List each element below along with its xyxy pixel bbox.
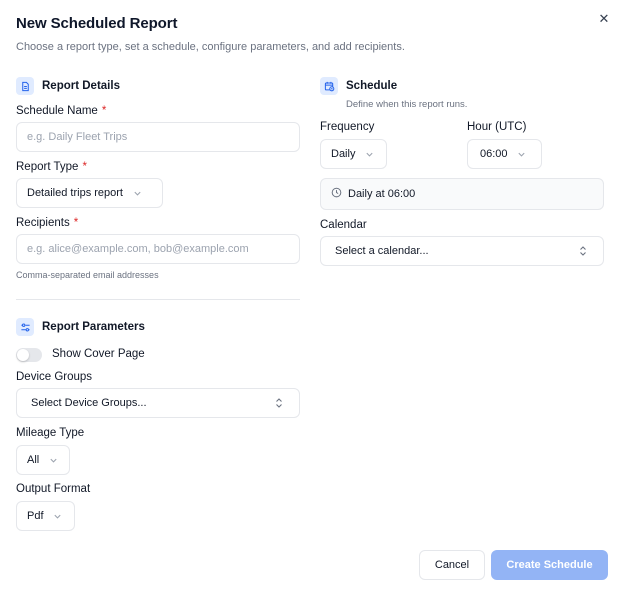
show-cover-page-label: Show Cover Page (52, 348, 145, 360)
schedule-title: Schedule (346, 80, 398, 92)
calendar-value: Select a calendar... (335, 245, 429, 257)
schedule-summary-text: Daily at 06:00 (348, 188, 416, 200)
calendar-clock-icon (320, 77, 338, 95)
frequency-label: Frequency (320, 121, 375, 133)
chevron-down-icon (47, 454, 59, 466)
device-groups-value: Select Device Groups... (31, 397, 147, 409)
device-groups-label: Device Groups (16, 371, 93, 383)
sliders-icon (16, 318, 34, 336)
report-type-label: Report Type * (16, 161, 87, 173)
schedule-subtitle: Define when this report runs. (346, 99, 468, 110)
required-marker: * (82, 161, 87, 173)
calendar-select[interactable]: Select a calendar... (320, 236, 604, 266)
schedule-name-input[interactable] (16, 122, 300, 152)
chevron-down-icon (131, 187, 143, 199)
calendar-label: Calendar (320, 219, 367, 231)
report-parameters-title: Report Parameters (42, 321, 145, 333)
chevron-up-down-icon (577, 245, 589, 257)
cancel-button[interactable]: Cancel (419, 550, 485, 580)
dialog-subtitle: Choose a report type, set a schedule, co… (16, 41, 405, 53)
hour-utc-select[interactable]: 06:00 (467, 139, 542, 169)
chevron-down-icon (516, 148, 528, 160)
toggle-knob (17, 349, 29, 361)
frequency-value: Daily (331, 148, 356, 160)
chevron-down-icon (363, 148, 375, 160)
hour-utc-value: 06:00 (480, 148, 508, 160)
chevron-up-down-icon (273, 397, 285, 409)
output-format-label: Output Format (16, 483, 91, 495)
mileage-type-value: All (27, 454, 40, 466)
report-type-value: Detailed trips report (27, 187, 123, 199)
dialog-title: New Scheduled Report (16, 15, 178, 32)
schedule-header: Schedule (320, 77, 397, 95)
output-format-select[interactable]: Pdf (16, 501, 75, 531)
report-details-header: Report Details (16, 77, 120, 95)
schedule-name-label: Schedule Name * (16, 105, 107, 117)
required-marker: * (73, 217, 79, 229)
new-scheduled-report-dialog: New Scheduled Report Choose a report typ… (0, 0, 624, 595)
report-details-title: Report Details (42, 80, 120, 92)
recipients-label: Recipients * (16, 217, 79, 229)
show-cover-page-toggle[interactable] (16, 348, 42, 362)
mileage-type-label: Mileage Type (16, 427, 85, 439)
recipients-help-text: Comma-separated email addresses (16, 270, 159, 280)
create-schedule-button[interactable]: Create Schedule (491, 550, 608, 580)
frequency-select[interactable]: Daily (320, 139, 387, 169)
report-type-select[interactable]: Detailed trips report (16, 178, 163, 208)
hour-utc-label: Hour (UTC) (467, 121, 527, 133)
report-parameters-header: Report Parameters (16, 318, 145, 336)
output-format-value: Pdf (27, 510, 44, 522)
close-icon[interactable]: ✕ (596, 11, 612, 27)
schedule-summary: Daily at 06:00 (320, 178, 604, 210)
recipients-input[interactable] (16, 234, 300, 264)
chevron-down-icon (52, 510, 64, 522)
clock-icon (331, 187, 342, 201)
device-groups-select[interactable]: Select Device Groups... (16, 388, 300, 418)
document-icon (16, 77, 34, 95)
required-marker: * (101, 105, 107, 117)
section-divider (16, 299, 300, 300)
mileage-type-select[interactable]: All (16, 445, 70, 475)
